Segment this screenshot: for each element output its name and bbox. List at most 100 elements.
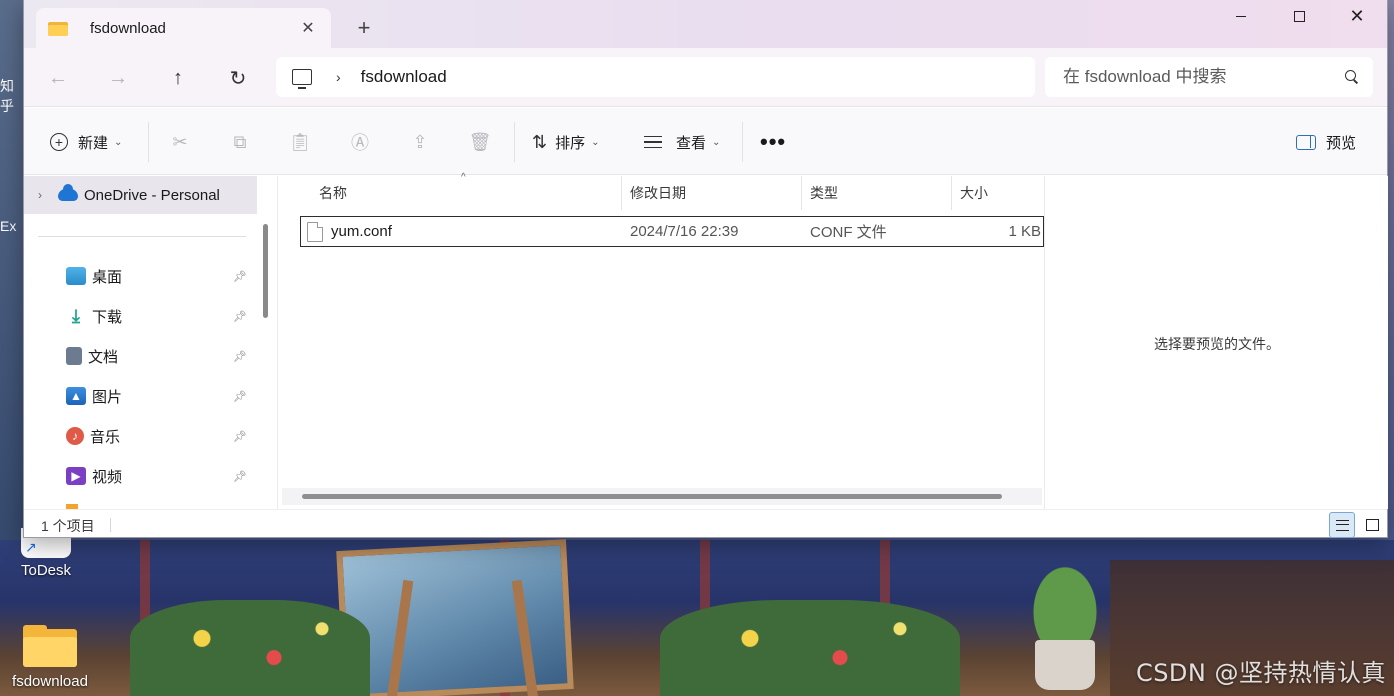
sidebar-item-label: 下载	[92, 308, 123, 326]
preview-pane: 选择要预览的文件。	[1044, 176, 1388, 509]
background-window-strip: 知乎 Ex	[0, 0, 23, 540]
close-window-button[interactable]: ✕	[1328, 0, 1386, 32]
file-type: CONF 文件	[810, 224, 887, 241]
sidebar-item-downloads[interactable]: ⤓ 下载 📌︎	[24, 298, 257, 334]
sidebar-item-label: 桌面	[92, 268, 123, 286]
plus-icon: +	[50, 133, 68, 151]
address-bar[interactable]: › fsdownload	[276, 57, 1035, 97]
content-area: › OneDrive - Personal 桌面 📌︎ ⤓ 下载 📌︎ 文档 📌…	[24, 172, 1388, 509]
pin-icon[interactable]: 📌︎	[233, 270, 253, 283]
column-header-size[interactable]: 大小	[960, 176, 988, 210]
this-pc-icon	[292, 69, 312, 89]
title-bar: fsdownload ✕ + ✕	[24, 0, 1387, 48]
sidebar-item-label: OneDrive - Personal	[84, 186, 220, 204]
file-row[interactable]: yum.conf 2024/7/16 22:39 CONF 文件 1 KB	[300, 216, 1044, 247]
horizontal-scrollbar[interactable]	[302, 494, 1002, 499]
pin-icon[interactable]: 📌︎	[233, 390, 253, 403]
maximize-icon	[1293, 10, 1305, 22]
column-divider[interactable]	[951, 176, 952, 210]
chevron-right-icon[interactable]: ›	[336, 69, 341, 85]
desktop-icon-label: fsdownload	[12, 673, 88, 690]
minimize-button[interactable]	[1212, 0, 1270, 32]
copy-icon[interactable]: ⧉	[226, 128, 254, 156]
column-header-modified[interactable]: 修改日期	[630, 176, 686, 210]
desktop-icon-label: ToDesk	[20, 562, 72, 579]
sidebar-item-pictures[interactable]: ▲ 图片 📌︎	[24, 378, 257, 414]
column-divider[interactable]	[801, 176, 802, 210]
search-input[interactable]	[1063, 67, 1345, 87]
folder-icon	[23, 625, 77, 667]
desktop-icon-fsdownload[interactable]: fsdownload	[10, 625, 90, 690]
refresh-button[interactable]: ↻	[222, 62, 254, 94]
up-button[interactable]: ↑	[162, 62, 194, 94]
file-explorer-window: fsdownload ✕ + ✕ ← → ↑ ↻ › fsdownload + …	[23, 0, 1388, 538]
maximize-button[interactable]	[1270, 0, 1328, 32]
pin-icon[interactable]: 📌︎	[233, 470, 253, 483]
delete-icon[interactable]: 🗑︎	[466, 128, 494, 156]
desktop-icon	[66, 267, 86, 285]
wallpaper-flowers	[130, 600, 370, 696]
search-icon[interactable]	[1345, 70, 1359, 84]
tab-close-icon[interactable]: ✕	[297, 17, 319, 39]
view-button[interactable]: 查看 ⌄	[644, 126, 720, 158]
sidebar-item-music[interactable]: ♪ 音乐 📌︎	[24, 418, 257, 454]
sidebar-scrollbar[interactable]	[263, 224, 268, 318]
sort-icon: ⇅	[532, 131, 548, 152]
rename-icon[interactable]: Ⓐ	[346, 128, 374, 156]
details-view-icon	[1335, 519, 1349, 531]
wallpaper-flowers	[660, 600, 960, 696]
view-label: 查看	[676, 134, 707, 152]
column-header-type[interactable]: 类型	[810, 176, 838, 210]
chevron-down-icon: ⌄	[591, 136, 600, 148]
shortcut-arrow-icon: ↗	[25, 539, 37, 555]
pin-icon[interactable]: 📌︎	[233, 310, 253, 323]
sidebar-item-videos[interactable]: ▶ 视频 📌︎	[24, 458, 257, 494]
navigation-pane: › OneDrive - Personal 桌面 📌︎ ⤓ 下载 📌︎ 文档 📌…	[24, 176, 257, 509]
sidebar-item-desktop[interactable]: 桌面 📌︎	[24, 258, 257, 294]
paste-icon[interactable]: 📋︎	[286, 128, 314, 156]
preview-label: 预览	[1326, 134, 1357, 152]
toolbar-divider	[514, 122, 515, 162]
more-options-button[interactable]: •••	[760, 126, 786, 158]
sort-ascending-icon: ^	[461, 172, 466, 183]
column-header-name[interactable]: 名称	[319, 176, 347, 210]
details-view-button[interactable]	[1329, 512, 1355, 538]
onedrive-cloud-icon	[58, 184, 78, 201]
search-box[interactable]	[1045, 57, 1373, 97]
toolbar-divider	[148, 122, 149, 162]
cut-icon[interactable]: ✂	[166, 128, 194, 156]
tab-fsdownload[interactable]: fsdownload ✕	[36, 8, 331, 48]
watermark: CSDN @坚持热情认真	[1135, 659, 1386, 687]
back-button[interactable]: ←	[42, 62, 74, 94]
folder-icon	[48, 20, 68, 36]
breadcrumb-fsdownload[interactable]: fsdownload	[361, 67, 447, 87]
sidebar-item-label: 图片	[92, 388, 123, 406]
share-icon[interactable]: ⇪	[406, 128, 434, 156]
sidebar-item-label: 视频	[92, 468, 123, 486]
preview-pane-icon	[1296, 134, 1316, 150]
new-label: 新建	[78, 134, 109, 152]
download-icon: ⤓	[72, 305, 80, 326]
pictures-icon: ▲	[66, 387, 86, 405]
column-divider[interactable]	[621, 176, 622, 210]
file-name: yum.conf	[331, 223, 392, 240]
background-label: Ex	[0, 218, 17, 234]
close-icon: ✕	[1349, 6, 1365, 26]
view-icon	[644, 136, 662, 148]
pin-icon[interactable]: 📌︎	[233, 350, 253, 363]
new-tab-button[interactable]: +	[350, 14, 378, 42]
large-icons-view-button[interactable]	[1359, 512, 1385, 538]
tiles-view-icon	[1365, 519, 1379, 531]
expand-chevron-icon[interactable]: ›	[38, 188, 42, 202]
sidebar-item-documents[interactable]: 文档 📌︎	[24, 338, 257, 374]
chevron-down-icon: ⌄	[712, 136, 721, 148]
file-icon	[307, 221, 323, 242]
pin-icon[interactable]: 📌︎	[233, 430, 253, 443]
videos-icon: ▶	[66, 467, 86, 485]
new-button[interactable]: + 新建 ⌄	[50, 126, 122, 158]
preview-pane-button[interactable]: 预览	[1296, 126, 1356, 158]
sort-button[interactable]: ⇅ 排序 ⌄	[532, 126, 600, 158]
background-label: 知乎	[0, 78, 14, 114]
sidebar-item-onedrive[interactable]: › OneDrive - Personal	[24, 176, 257, 214]
forward-button[interactable]: →	[102, 62, 134, 94]
